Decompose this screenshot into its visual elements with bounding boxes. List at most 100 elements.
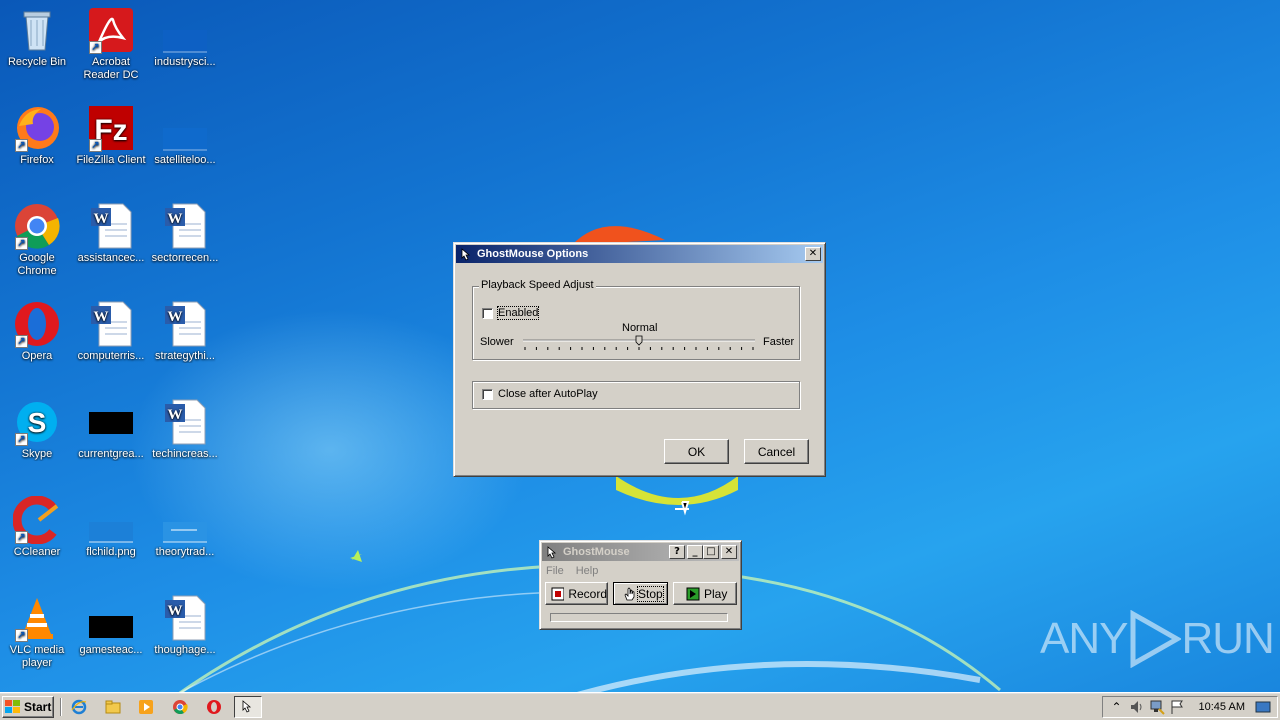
taskbar-chrome[interactable] — [169, 697, 191, 717]
desktop-icon-skype[interactable]: S ↗ Skype — [0, 398, 74, 461]
desktop-icon-sectorrecen[interactable]: W sectorrecen... — [148, 202, 222, 265]
play-button[interactable]: Play — [673, 582, 737, 605]
options-titlebar[interactable]: GhostMouse Options ✕ — [456, 245, 823, 263]
acrobat-reader-icon: ↗ — [87, 6, 135, 54]
shortcut-arrow-icon: ↗ — [89, 139, 102, 152]
filezilla-icon: Fz ↗ — [87, 104, 135, 152]
speed-slower-label: Slower — [480, 336, 514, 348]
options-title: GhostMouse Options — [477, 248, 589, 260]
slider-thumb[interactable] — [635, 335, 643, 346]
help-button[interactable]: ? — [669, 545, 685, 559]
desktop-icon-techincreas[interactable]: W techincreas... — [148, 398, 222, 461]
desktop-icon-recycle-bin[interactable]: Recycle Bin — [0, 6, 74, 69]
desktop-icon-firefox[interactable]: ↗ Firefox — [0, 104, 74, 167]
menu-help[interactable]: Help — [576, 565, 599, 577]
speed-slider[interactable] — [521, 335, 757, 355]
speed-normal-label: Normal — [622, 322, 658, 334]
show-hidden-icons[interactable]: ⌃ — [1109, 699, 1125, 715]
maximize-button[interactable]: □ — [703, 545, 719, 559]
desktop-icon-assistancec[interactable]: W assistancec... — [74, 202, 148, 265]
desktop-icon-label: industrysci... — [154, 56, 216, 68]
desktop-icon-label: assistancec... — [77, 252, 145, 264]
windows-logo-icon — [5, 700, 20, 713]
close-after-autoplay-checkbox[interactable] — [482, 389, 493, 400]
opera-icon: ↗ — [13, 300, 61, 348]
start-button[interactable]: Start — [2, 696, 54, 718]
recycle-bin-icon — [13, 6, 61, 54]
ghostmouse-window: GhostMouse ? _ □ ✕ File Help Record Stop… — [539, 540, 742, 630]
chrome-icon: ↗ — [13, 202, 61, 250]
desktop-icon-gamesteac[interactable]: gamesteac... — [74, 594, 148, 657]
svg-text:W: W — [168, 407, 183, 423]
ghostmouse-titlebar[interactable]: GhostMouse ? _ □ ✕ — [542, 543, 739, 561]
show-desktop-icon[interactable] — [1255, 699, 1271, 715]
menu-file[interactable]: File — [546, 565, 564, 577]
action-center-flag-icon[interactable] — [1169, 699, 1185, 715]
cancel-button[interactable]: Cancel — [744, 439, 809, 464]
desktop-icon-label: Acrobat Reader DC — [83, 56, 139, 81]
desktop-icon-label: Opera — [21, 350, 53, 362]
play-label: Play — [704, 586, 728, 601]
desktop-icon-google-chrome[interactable]: ↗ Google Chrome — [0, 202, 74, 278]
taskbar-media-player[interactable] — [135, 697, 157, 717]
svg-text:W: W — [94, 211, 109, 227]
progress-bar — [550, 613, 728, 622]
desktop-icon-strategythi[interactable]: W strategythi... — [148, 300, 222, 363]
record-label: Record — [568, 586, 607, 601]
chrome-icon — [173, 700, 188, 715]
desktop-icon-computerris[interactable]: W computerris... — [74, 300, 148, 363]
ghostmouse-options-dialog: GhostMouse Options ✕ Playback Speed Adju… — [453, 242, 826, 477]
desktop-icon-currentgrea[interactable]: currentgrea... — [74, 398, 148, 461]
word-doc-icon: W — [161, 594, 209, 642]
svg-text:W: W — [168, 309, 183, 325]
desktop-icon-filezilla[interactable]: Fz ↗ FileZilla Client — [74, 104, 148, 167]
taskbar-opera[interactable] — [203, 697, 225, 717]
close-button[interactable]: ✕ — [805, 247, 821, 261]
shortcut-arrow-icon: ↗ — [15, 237, 28, 250]
desktop-icon-label: techincreas... — [152, 448, 218, 460]
desktop-icon-industrysci[interactable]: industrysci... — [148, 6, 222, 69]
clock[interactable]: 10:45 AM — [1199, 701, 1245, 713]
media-player-icon — [139, 700, 153, 714]
taskbar-explorer[interactable] — [102, 697, 124, 717]
stop-button[interactable]: Stop — [613, 582, 668, 605]
desktop-icon-thoughage[interactable]: W thoughage... — [148, 594, 222, 657]
taskbar-ghostmouse[interactable] — [234, 696, 262, 718]
desktop-icon-label: currentgrea... — [78, 448, 144, 460]
minimize-button[interactable]: _ — [687, 545, 703, 559]
ie-icon — [71, 699, 87, 715]
record-icon — [551, 587, 565, 600]
desktop-icon-satelliteloo[interactable]: satelliteloo... — [148, 104, 222, 167]
desktop-icon-theorytrad[interactable]: theorytrad... — [148, 496, 222, 559]
desktop-icon-flchild[interactable]: flchild.png — [74, 496, 148, 559]
ccleaner-icon: ↗ — [12, 495, 61, 545]
shortcut-arrow-icon: ↗ — [15, 139, 28, 152]
shortcut-arrow-icon: ↗ — [89, 41, 102, 54]
close-after-autoplay-label[interactable]: Close after AutoPlay — [498, 388, 598, 400]
desktop-icon-label: computerris... — [77, 350, 145, 362]
close-button[interactable]: ✕ — [721, 545, 737, 559]
quick-launch-divider — [60, 698, 62, 716]
playback-speed-group: Playback Speed Adjust Enabled Normal Slo… — [472, 279, 800, 360]
enabled-label[interactable]: Enabled — [496, 306, 540, 320]
desktop-icon-acrobat[interactable]: ↗ Acrobat Reader DC — [74, 6, 148, 82]
image-file-icon — [161, 496, 209, 544]
desktop-icon-vlc[interactable]: ↗ VLC media player — [0, 594, 74, 670]
play-icon — [686, 587, 700, 600]
taskbar-ie[interactable] — [68, 697, 90, 717]
desktop-icon-ccleaner[interactable]: ↗ CCleaner — [0, 495, 74, 559]
image-file-icon — [87, 496, 135, 544]
ok-button[interactable]: OK — [664, 439, 729, 464]
network-icon[interactable] — [1149, 699, 1165, 715]
volume-icon[interactable] — [1129, 699, 1145, 715]
record-button[interactable]: Record — [545, 582, 608, 605]
desktop-icon-opera[interactable]: ↗ Opera — [0, 300, 74, 363]
svg-text:W: W — [94, 309, 109, 325]
stop-label: Stop — [637, 585, 664, 602]
system-tray: ⌃ 10:45 AM — [1102, 696, 1278, 718]
desktop-icon-label: theorytrad... — [155, 546, 215, 558]
svg-text:W: W — [168, 603, 183, 619]
firefox-icon: ↗ — [13, 104, 61, 152]
enabled-checkbox[interactable] — [482, 308, 493, 319]
black-image-icon — [87, 398, 135, 446]
